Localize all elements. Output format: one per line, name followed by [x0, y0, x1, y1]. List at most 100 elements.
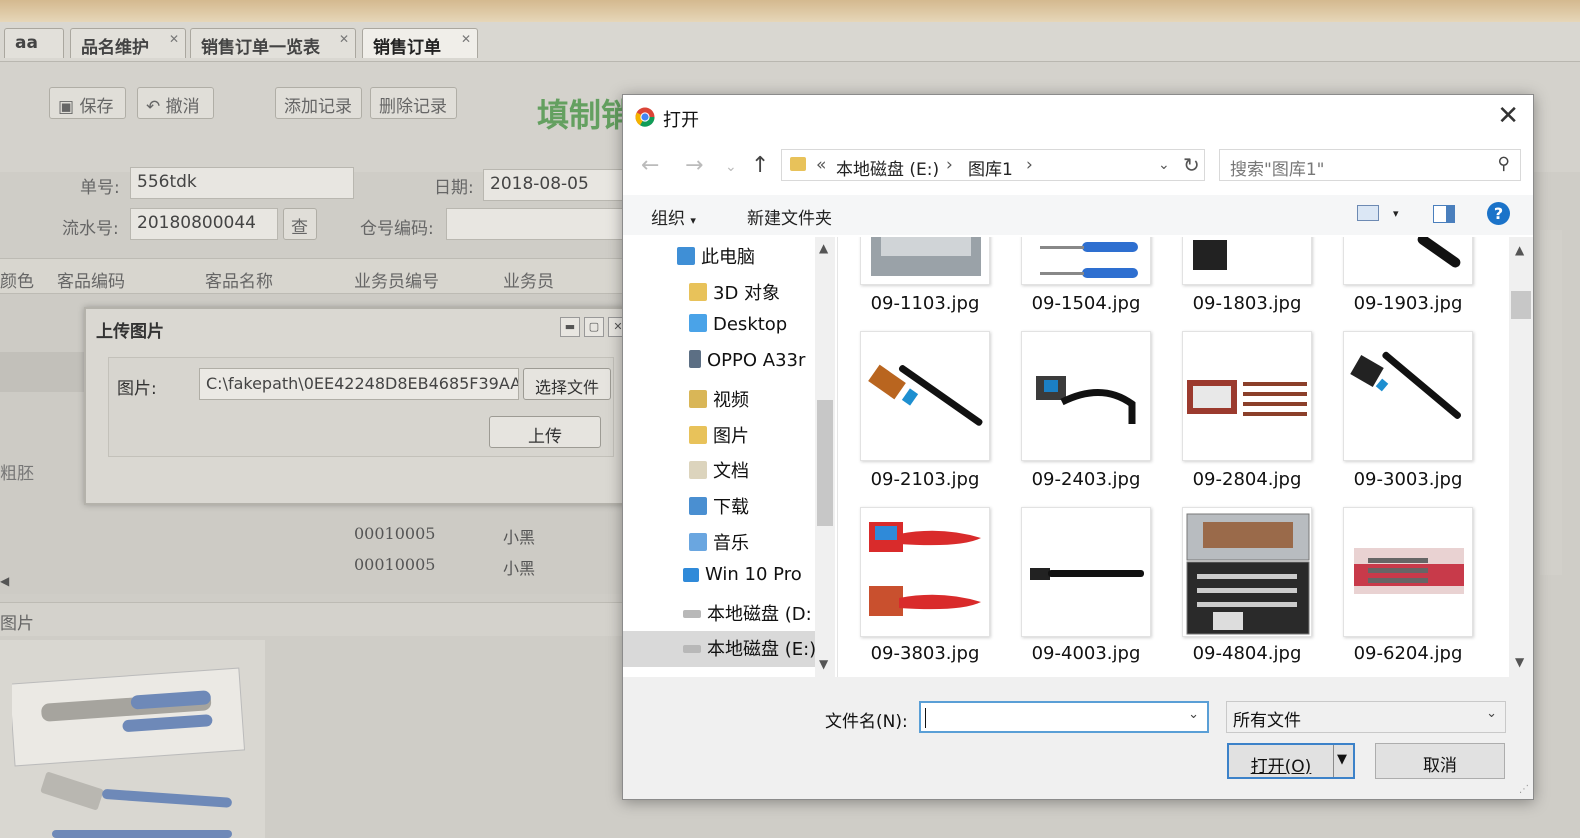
address-overflow[interactable]: «	[816, 155, 826, 175]
serial-input[interactable]: 20180800044	[130, 208, 278, 240]
nav-item-this-pc[interactable]: 此电脑	[677, 243, 755, 273]
search-input[interactable]: 搜索"图库1" ⚲	[1219, 149, 1521, 181]
scroll-up-icon[interactable]: ▲	[819, 241, 828, 255]
back-arrow-icon[interactable]: ←	[641, 153, 659, 178]
chevron-down-icon[interactable]: ⌄	[1188, 707, 1199, 722]
column-header[interactable]: 业务员	[503, 267, 554, 292]
view-mode-icon[interactable]	[1357, 205, 1379, 221]
scroll-down-icon[interactable]: ▼	[819, 657, 828, 671]
nav-label: 音乐	[713, 533, 749, 554]
scroll-up-icon[interactable]: ▲	[1515, 243, 1524, 257]
address-bar[interactable]: « 本地磁盘 (E:) › 图库1 › ⌄	[781, 149, 1205, 181]
file-thumbnail	[1343, 331, 1473, 461]
tab-aa[interactable]: aa	[4, 28, 64, 58]
file-path-input[interactable]: C:\fakepath\0EE42248D8EB4685F39AA	[199, 368, 519, 400]
nav-label: 本地磁盘 (E:)	[707, 639, 817, 660]
close-icon[interactable]: ✕	[169, 32, 179, 46]
column-header[interactable]: 颜色	[0, 267, 34, 292]
file-scroll-thumb[interactable]	[1511, 291, 1531, 319]
up-arrow-icon[interactable]: ↑	[751, 153, 769, 178]
address-drive[interactable]: 本地磁盘 (E:)	[836, 155, 939, 180]
choose-file-button[interactable]: 选择文件	[523, 368, 611, 400]
open-label: 打开(O)	[1250, 757, 1312, 777]
cancel-button[interactable]: 取消	[1375, 743, 1505, 779]
tab-product-maintenance[interactable]: 品名维护 ✕	[70, 28, 186, 58]
nav-scroll-thumb[interactable]	[817, 400, 833, 526]
view-dropdown-icon[interactable]: ▾	[1393, 207, 1399, 220]
tab-label: 销售订单一览表	[201, 38, 320, 58]
nav-item-win10[interactable]: Win 10 Pro	[683, 564, 802, 594]
close-icon[interactable]: ✕	[339, 32, 349, 46]
file-thumbnail	[1343, 507, 1473, 637]
undo-button[interactable]: ↶ 撤消	[137, 87, 214, 119]
nav-label: 视频	[713, 390, 749, 411]
file-name: 09-1103.jpg	[870, 293, 980, 314]
tab-sales-order-list[interactable]: 销售订单一览表 ✕	[190, 28, 356, 58]
phone-icon	[689, 350, 701, 368]
tab-bar: aa 品名维护 ✕ 销售订单一览表 ✕ 销售订单 ✕	[0, 22, 1580, 62]
nav-item-documents[interactable]: 文档	[689, 457, 749, 487]
resize-grip-icon[interactable]: ⋰	[1519, 784, 1529, 795]
recent-chevron-icon[interactable]: ⌄	[725, 159, 737, 175]
delete-record-label: 删除记录	[379, 97, 447, 117]
form-title: 填制销	[537, 96, 634, 134]
nav-label: 此电脑	[701, 247, 755, 268]
scroll-left-icon[interactable]: ◀	[0, 574, 9, 588]
selected-row[interactable]	[0, 352, 84, 392]
dropdown-arrow-icon[interactable]: ▼	[1337, 752, 1347, 767]
file-name: 09-1504.jpg	[1031, 293, 1141, 314]
nav-item-pictures[interactable]: 图片	[689, 422, 749, 452]
add-record-button[interactable]: 添加记录	[275, 87, 362, 119]
upload-image-dialog: 上传图片 ▬ ▢ ✕ 图片: C:\fakepath\0EE42248D8EB4…	[84, 307, 628, 505]
nav-item-phone[interactable]: OPPO A33r	[689, 350, 805, 380]
date-input[interactable]: 2018-08-05	[483, 169, 623, 201]
preview-pane-icon[interactable]	[1433, 205, 1455, 223]
video-folder-icon	[689, 390, 707, 408]
nav-item-3d-objects[interactable]: 3D 对象	[689, 279, 780, 309]
warehouse-label: 仓号编码:	[360, 219, 434, 239]
lookup-button[interactable]: 查	[283, 208, 317, 240]
column-header[interactable]: 客品编码	[57, 267, 125, 292]
order-no-input[interactable]: 556tdk	[130, 167, 354, 199]
organize-label: 组织	[651, 209, 685, 229]
nav-item-music[interactable]: 音乐	[689, 529, 749, 559]
downloads-folder-icon	[689, 497, 707, 515]
chevron-right-icon: ›	[946, 155, 953, 175]
close-icon[interactable]: ✕	[1497, 101, 1519, 131]
organize-menu[interactable]: 组织 ▾	[651, 204, 696, 229]
file-thumbnail	[860, 237, 990, 285]
minimize-icon[interactable]: ▬	[560, 317, 580, 337]
nav-item-videos[interactable]: 视频	[689, 386, 749, 416]
warehouse-input[interactable]	[446, 208, 623, 240]
file-name: 09-1903.jpg	[1353, 293, 1463, 314]
chevron-down-icon[interactable]: ⌄	[1158, 157, 1170, 173]
refresh-icon[interactable]: ↻	[1183, 153, 1200, 177]
scroll-down-icon[interactable]: ▼	[1515, 655, 1524, 669]
nav-item-desktop[interactable]: Desktop	[689, 314, 787, 344]
close-icon[interactable]: ✕	[461, 32, 471, 46]
desktop-folder-icon	[689, 314, 707, 332]
music-folder-icon	[689, 533, 707, 551]
address-folder[interactable]: 图库1	[968, 155, 1013, 180]
save-button[interactable]: ▣ 保存	[49, 87, 126, 119]
upload-button[interactable]: 上传	[489, 416, 601, 448]
column-header[interactable]: 客品名称	[205, 267, 273, 292]
column-header[interactable]: 业务员编号	[354, 267, 439, 292]
maximize-icon[interactable]: ▢	[584, 317, 604, 337]
filetype-select[interactable]: 所有文件 ⌄	[1226, 701, 1506, 733]
new-folder-button[interactable]: 新建文件夹	[747, 204, 832, 229]
open-button[interactable]: 打开(O) ▼	[1227, 743, 1355, 779]
drive-icon	[683, 610, 701, 618]
nav-item-drive-d[interactable]: 本地磁盘 (D:	[683, 600, 812, 630]
file-thumbnail	[1343, 237, 1473, 285]
nav-item-drive-e[interactable]: 本地磁盘 (E:)	[623, 631, 819, 667]
forward-arrow-icon[interactable]: →	[685, 153, 703, 178]
chrome-icon	[635, 107, 655, 127]
filename-input[interactable]: ⌄	[919, 701, 1209, 733]
delete-record-button[interactable]: 删除记录	[370, 87, 457, 119]
background-scrollbar[interactable]	[1540, 230, 1562, 575]
nav-item-downloads[interactable]: 下载	[689, 493, 749, 523]
tab-sales-order[interactable]: 销售订单 ✕	[362, 28, 478, 58]
chevron-right-icon: ›	[1026, 155, 1033, 175]
help-icon[interactable]: ?	[1487, 202, 1510, 225]
